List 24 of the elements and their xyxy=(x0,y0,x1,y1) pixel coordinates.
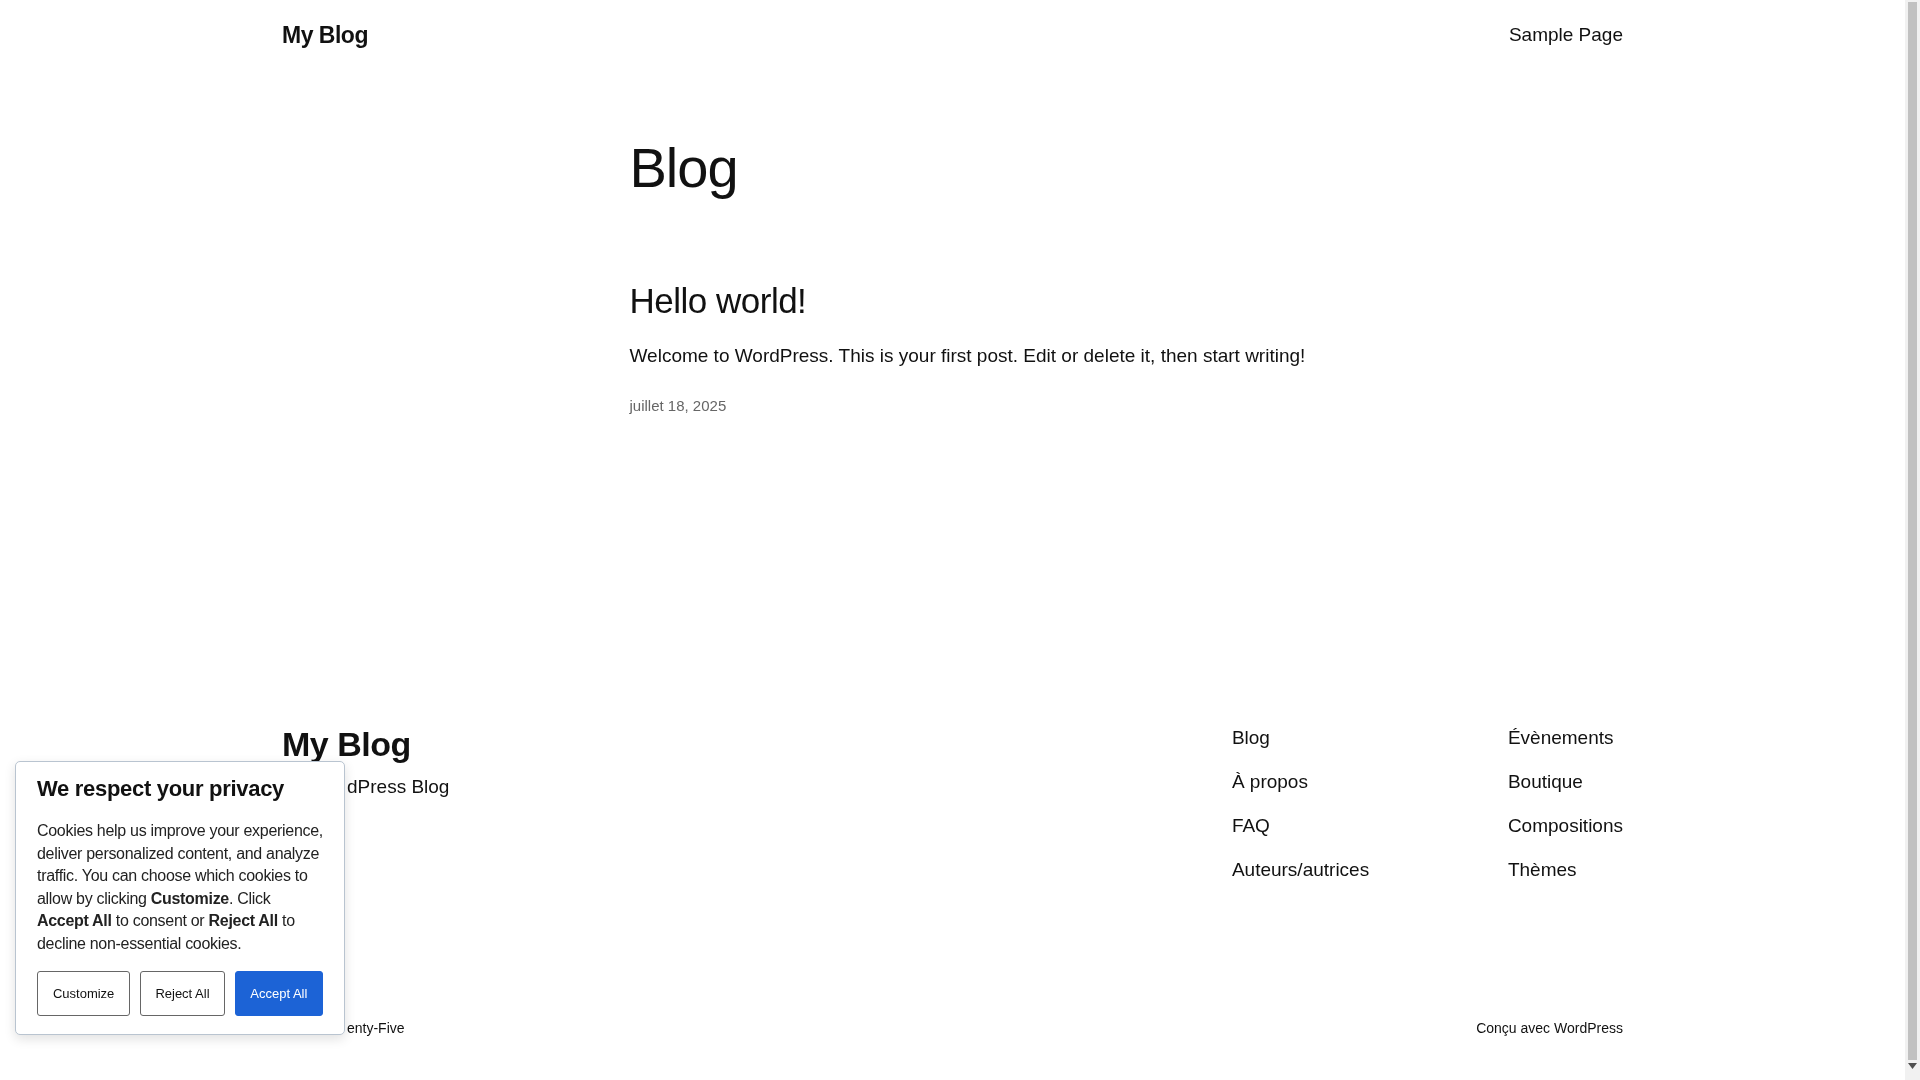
post-date[interactable]: juillet 18, 2025 xyxy=(629,396,1292,414)
footer-nav-link[interactable]: Auteurs/autrices xyxy=(1231,857,1508,883)
banner-button[interactable]: Customize xyxy=(37,971,131,1016)
footer-nav-link[interactable]: Blog xyxy=(1231,725,1508,751)
wordpress-link[interactable]: WordPress xyxy=(1554,1020,1623,1036)
site-tagline: dPress Blog xyxy=(347,776,450,798)
footer-nav-link[interactable]: Thèmes xyxy=(1507,857,1623,883)
footer-site-title[interactable]: My Blog xyxy=(282,725,450,764)
banner-message: Cookies help us improve your experience, deliver personalized content, and analyze traffic. You can choose which cookies to allow by clicking Customize. Click Accept All to consent or Reject All to decline non-essential cookies. xyxy=(37,821,323,954)
credit-text: Conçu avec xyxy=(1476,1020,1552,1036)
footer-nav-link[interactable]: Boutique xyxy=(1507,769,1623,795)
post-excerpt: Welcome to WordPress. This is your first post. Edit or delete it, then start writing! xyxy=(629,343,1306,368)
scroll-down-icon[interactable] xyxy=(1908,1063,1917,1069)
footer-nav-link[interactable]: FAQ xyxy=(1231,813,1508,839)
footer-nav-link[interactable]: Évènements xyxy=(1507,725,1623,751)
accept-button[interactable]: Accept All xyxy=(234,971,323,1016)
theme-credit: enty-Five xyxy=(347,1020,405,1036)
site-title[interactable]: My Blog xyxy=(282,21,368,49)
footer-nav-link[interactable]: Compositions xyxy=(1507,813,1623,839)
nav-link[interactable]: Sample Page xyxy=(1508,24,1623,46)
post-title[interactable]: Hello world! xyxy=(629,282,1292,321)
footer-nav-link[interactable]: À propos xyxy=(1231,769,1508,795)
banner-button[interactable]: Reject All xyxy=(140,971,225,1016)
banner-title: We respect your privacy xyxy=(37,776,286,802)
